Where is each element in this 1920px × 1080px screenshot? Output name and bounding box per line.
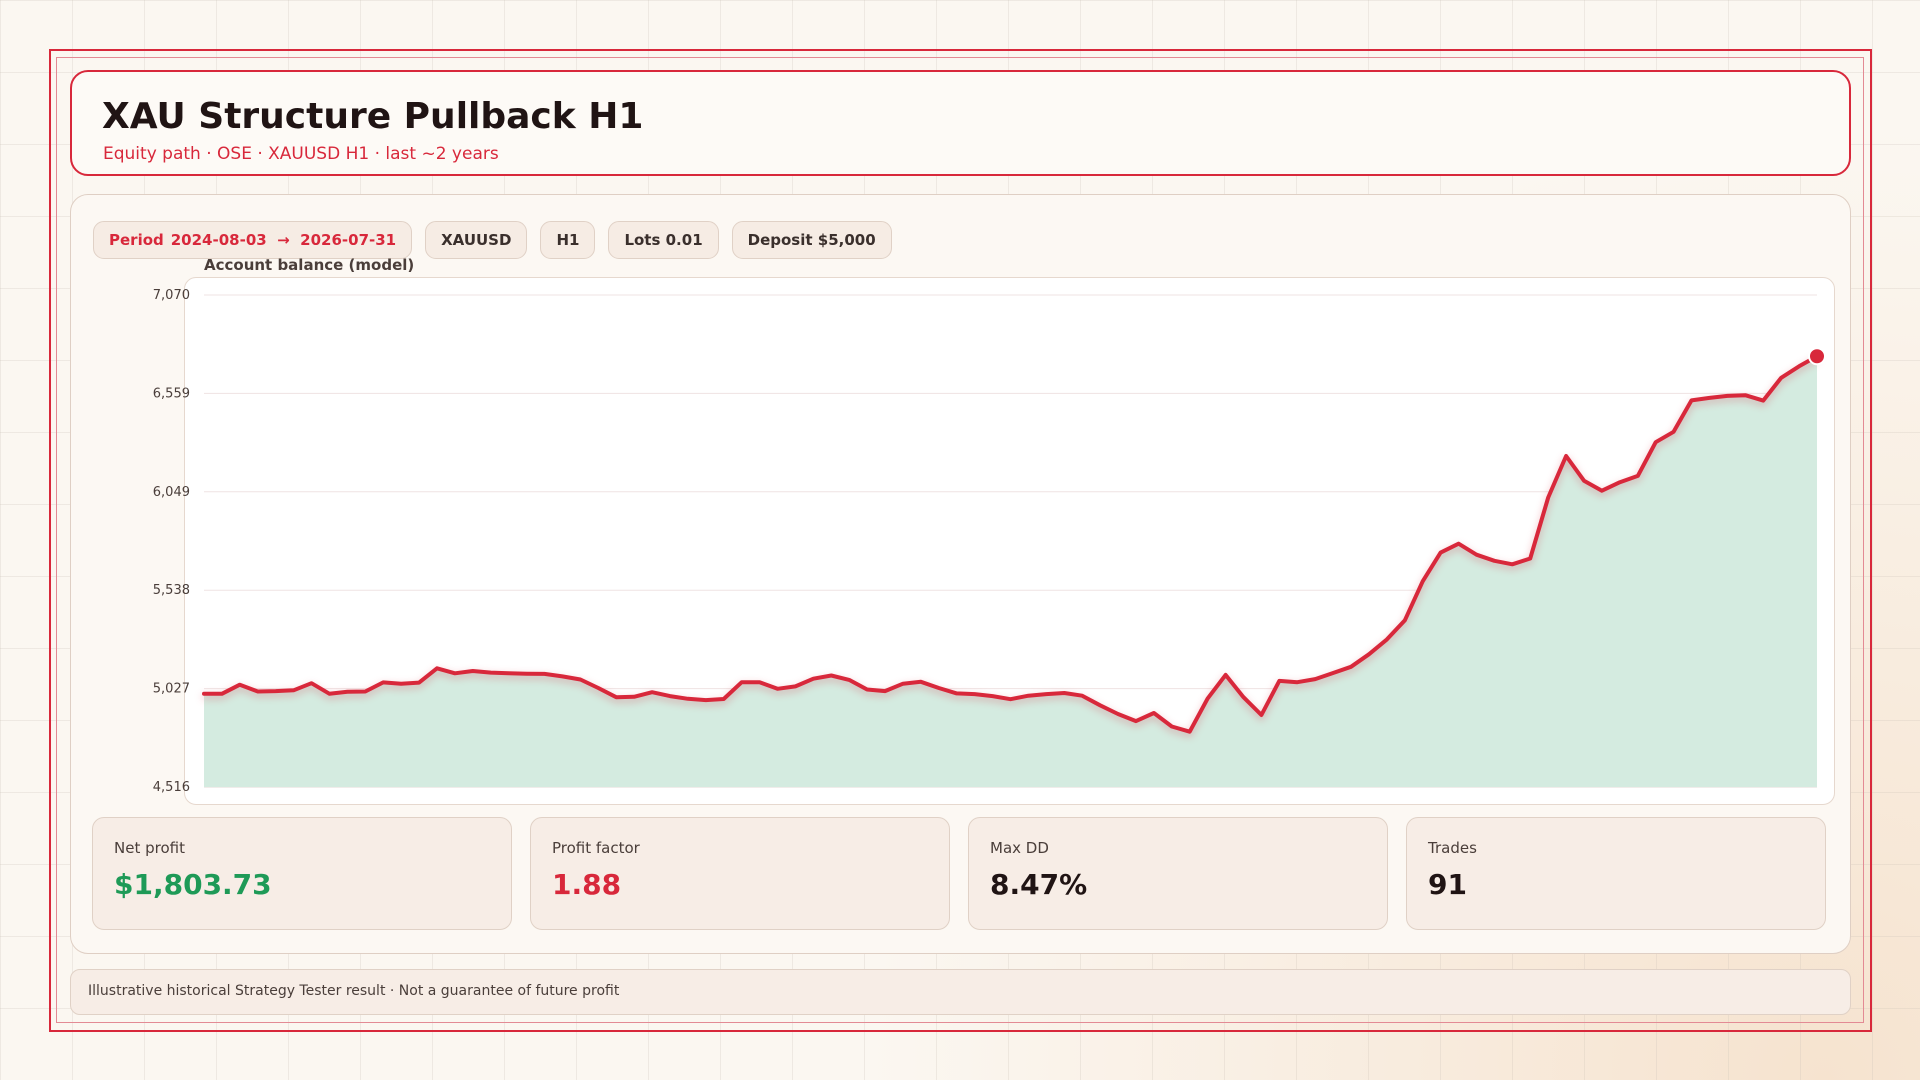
stat-value: 1.88 xyxy=(552,868,622,901)
main-card: Period 2024-08-03 → 2026-07-31 XAUUSD H1… xyxy=(70,194,1851,954)
page-subtitle: Equity path · OSE · XAUUSD H1 · last ~2 … xyxy=(103,144,499,164)
stat-card-net-profit: Net profit $1,803.73 xyxy=(92,817,512,930)
stat-label: Profit factor xyxy=(552,839,640,857)
stat-value: 8.47% xyxy=(990,868,1088,901)
equity-chart: Account balance (model) 4,516 5,027 5,538 6… xyxy=(153,256,1826,795)
y-axis-ticks: 4,516 5,027 5,538 6,049 6,559 7,070 xyxy=(153,288,190,795)
page-title: XAU Structure Pullback H1 xyxy=(102,96,644,137)
stat-value: 91 xyxy=(1428,868,1467,901)
last-point-marker xyxy=(1808,347,1826,366)
footer-bar: Illustrative historical Strategy Tester … xyxy=(70,969,1851,1015)
header-card: XAU Structure Pullback H1 Equity path · … xyxy=(70,70,1851,176)
stat-label: Max DD xyxy=(990,839,1049,857)
stat-label: Trades xyxy=(1428,839,1477,857)
stat-value: $1,803.73 xyxy=(114,868,272,901)
y-tick-label: 6,049 xyxy=(153,485,190,500)
y-tick-label: 5,538 xyxy=(153,583,190,598)
stat-card-max-dd: Max DD 8.47% xyxy=(968,817,1388,930)
stat-card-trades: Trades 91 xyxy=(1406,817,1826,930)
y-tick-label: 4,516 xyxy=(153,780,190,795)
equity-area xyxy=(204,356,1817,787)
footer-disclaimer: Illustrative historical Strategy Tester … xyxy=(88,983,620,999)
chart-title: Account balance (model) xyxy=(204,256,414,274)
y-tick-label: 7,070 xyxy=(153,288,190,303)
y-tick-label: 6,559 xyxy=(153,386,190,401)
y-tick-label: 5,027 xyxy=(153,682,190,697)
stat-card-profit-factor: Profit factor 1.88 xyxy=(530,817,950,930)
stat-label: Net profit xyxy=(114,839,185,857)
